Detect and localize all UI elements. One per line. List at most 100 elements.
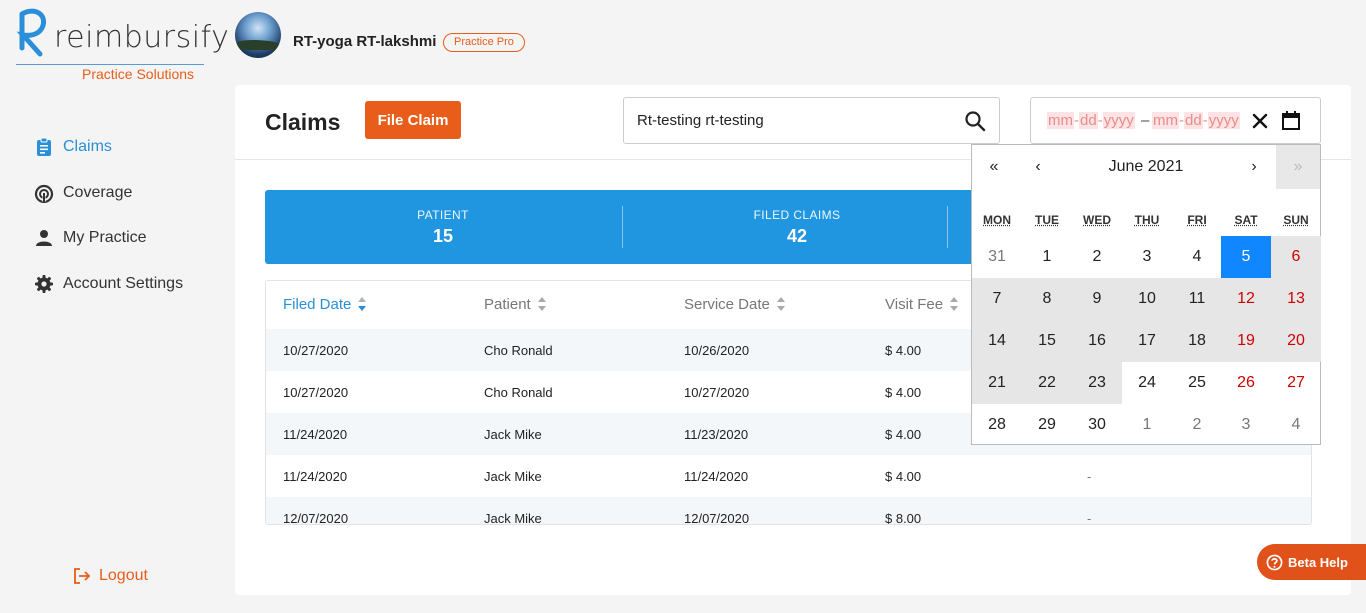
sort-icon bbox=[537, 297, 546, 311]
table-row[interactable]: 12/07/2020 Jack Mike 12/07/2020 $ 8.00 - bbox=[266, 497, 1311, 525]
page-title: Claims bbox=[265, 109, 341, 135]
calendar-day[interactable]: 1 bbox=[1122, 404, 1172, 446]
column-header-visit-fee[interactable]: Visit Fee bbox=[885, 295, 960, 313]
start-day[interactable]: dd bbox=[1079, 112, 1098, 129]
weekday-label: WED bbox=[1083, 213, 1111, 227]
column-header-service-date[interactable]: Service Date bbox=[684, 295, 787, 313]
file-claim-button[interactable]: File Claim bbox=[365, 101, 461, 139]
calendar-day[interactable]: 5 bbox=[1221, 236, 1271, 278]
calendar-day[interactable]: 3 bbox=[1122, 236, 1172, 278]
sort-desc-icon bbox=[358, 297, 367, 311]
calendar-day[interactable]: 6 bbox=[1271, 236, 1321, 278]
cell-service-date: 11/24/2020 bbox=[684, 469, 749, 484]
stat-divider bbox=[947, 206, 948, 248]
person-icon bbox=[36, 230, 52, 246]
search-input[interactable] bbox=[624, 98, 954, 143]
calendar-day[interactable]: 26 bbox=[1221, 362, 1271, 404]
sidebar-item-coverage[interactable]: Coverage bbox=[34, 181, 132, 205]
brand-divider bbox=[16, 64, 204, 65]
sidebar-item-label: My Practice bbox=[63, 229, 147, 246]
calendar-day[interactable]: 4 bbox=[1172, 236, 1222, 278]
start-date-field[interactable]: mm-dd-yyyy bbox=[1047, 108, 1135, 134]
start-month[interactable]: mm bbox=[1047, 112, 1074, 129]
cell-service-date: 10/27/2020 bbox=[684, 385, 750, 400]
end-day[interactable]: dd bbox=[1184, 112, 1203, 129]
logout-button[interactable]: Logout bbox=[72, 566, 148, 586]
cell-service-date: 11/23/2020 bbox=[684, 427, 749, 442]
calendar-day[interactable]: 2 bbox=[1172, 404, 1222, 446]
gear-icon bbox=[35, 275, 53, 293]
stat-filed-claims: FILED CLAIMS 42 bbox=[623, 190, 971, 264]
calendar-day[interactable]: 13 bbox=[1271, 278, 1321, 320]
clipboard-icon bbox=[37, 137, 51, 156]
table-row[interactable]: 11/24/2020 Jack Mike 11/24/2020 $ 4.00 - bbox=[266, 455, 1311, 497]
sidebar-item-account-settings[interactable]: Account Settings bbox=[34, 272, 183, 296]
beta-help-label: Beta Help bbox=[1288, 554, 1348, 570]
column-header-filed-date[interactable]: Filed Date bbox=[283, 295, 368, 313]
calendar-day[interactable]: 15 bbox=[1022, 320, 1072, 362]
beta-help-button[interactable]: Beta Help bbox=[1257, 544, 1366, 580]
calendar-day[interactable]: 27 bbox=[1271, 362, 1321, 404]
calendar-day[interactable]: 21 bbox=[972, 362, 1022, 404]
date-separator: – bbox=[1141, 112, 1150, 129]
calendar-day[interactable]: 3 bbox=[1221, 404, 1271, 446]
cell-filed-date: 10/27/2020 bbox=[283, 385, 349, 400]
calendar-day[interactable]: 1 bbox=[1022, 236, 1072, 278]
end-month[interactable]: mm bbox=[1152, 112, 1179, 129]
weekday-label: SUN bbox=[1283, 213, 1309, 227]
calendar-day[interactable]: 18 bbox=[1172, 320, 1222, 362]
sidebar-item-label: Claims bbox=[63, 138, 112, 155]
start-year[interactable]: yyyy bbox=[1102, 112, 1135, 129]
calendar-day[interactable]: 29 bbox=[1022, 404, 1072, 446]
calendar-day[interactable]: 9 bbox=[1072, 278, 1122, 320]
logout-icon bbox=[74, 568, 91, 584]
column-header-patient[interactable]: Patient bbox=[484, 295, 548, 313]
avatar[interactable] bbox=[235, 12, 281, 58]
sort-icon bbox=[776, 297, 785, 311]
calendar-day[interactable]: 30 bbox=[1072, 404, 1122, 446]
cell-visit-fee: $ 4.00 bbox=[885, 427, 922, 442]
prev-year-button[interactable]: « bbox=[972, 145, 1016, 189]
calendar-day[interactable]: 28 bbox=[972, 404, 1022, 446]
calendar-day[interactable]: 31 bbox=[972, 236, 1022, 278]
sidebar-item-my-practice[interactable]: My Practice bbox=[34, 226, 147, 250]
calendar-day[interactable]: 2 bbox=[1072, 236, 1122, 278]
end-date-field[interactable]: mm-dd-yyyy bbox=[1152, 108, 1240, 134]
calendar-day[interactable]: 23 bbox=[1072, 362, 1122, 404]
column-header-label: Service Date bbox=[684, 295, 770, 313]
end-year[interactable]: yyyy bbox=[1207, 112, 1240, 129]
cell-patient: Jack Mike bbox=[484, 511, 542, 525]
sidebar-item-claims[interactable]: Claims bbox=[34, 135, 112, 159]
calendar-day[interactable]: 19 bbox=[1221, 320, 1271, 362]
stats-band: PATIENT 15 FILED CLAIMS 42 bbox=[265, 190, 995, 264]
logout-label: Logout bbox=[99, 567, 148, 584]
calendar-day[interactable]: 11 bbox=[1172, 278, 1222, 320]
calendar-day[interactable]: 22 bbox=[1022, 362, 1072, 404]
calendar-day[interactable]: 14 bbox=[972, 320, 1022, 362]
calendar-day[interactable]: 8 bbox=[1022, 278, 1072, 320]
prev-month-button[interactable]: ‹ bbox=[1016, 145, 1060, 189]
cell-visit-fee: $ 4.00 bbox=[885, 385, 922, 400]
calendar-day[interactable]: 7 bbox=[972, 278, 1022, 320]
cell-service-date: 10/26/2020 bbox=[684, 343, 750, 358]
cell-service-date: 12/07/2020 bbox=[684, 511, 750, 525]
calendar-day[interactable]: 20 bbox=[1271, 320, 1321, 362]
calendar-day[interactable]: 17 bbox=[1122, 320, 1172, 362]
next-month-button[interactable]: › bbox=[1232, 145, 1276, 189]
stat-value: 15 bbox=[432, 226, 454, 246]
search-icon[interactable] bbox=[964, 110, 986, 132]
calendar-day[interactable]: 12 bbox=[1221, 278, 1271, 320]
calendar-popup: « ‹ June 2021 › » MON TUE WED THU FRI SA… bbox=[971, 144, 1321, 445]
calendar-day[interactable]: 25 bbox=[1172, 362, 1222, 404]
calendar-day[interactable]: 10 bbox=[1122, 278, 1172, 320]
brand-logo[interactable]: reimbursify Practice Solutions bbox=[14, 8, 229, 82]
clear-icon[interactable] bbox=[1250, 111, 1270, 131]
calendar-icon[interactable] bbox=[1281, 110, 1301, 131]
date-range-picker[interactable]: mm-dd-yyyy – mm-dd-yyyy bbox=[1030, 97, 1321, 144]
calendar-month-label[interactable]: June 2021 bbox=[1062, 145, 1230, 189]
cell-extra: - bbox=[1087, 511, 1092, 525]
calendar-day[interactable]: 16 bbox=[1072, 320, 1122, 362]
cell-filed-date: 11/24/2020 bbox=[283, 469, 348, 484]
calendar-day[interactable]: 4 bbox=[1271, 404, 1321, 446]
calendar-day[interactable]: 24 bbox=[1122, 362, 1172, 404]
